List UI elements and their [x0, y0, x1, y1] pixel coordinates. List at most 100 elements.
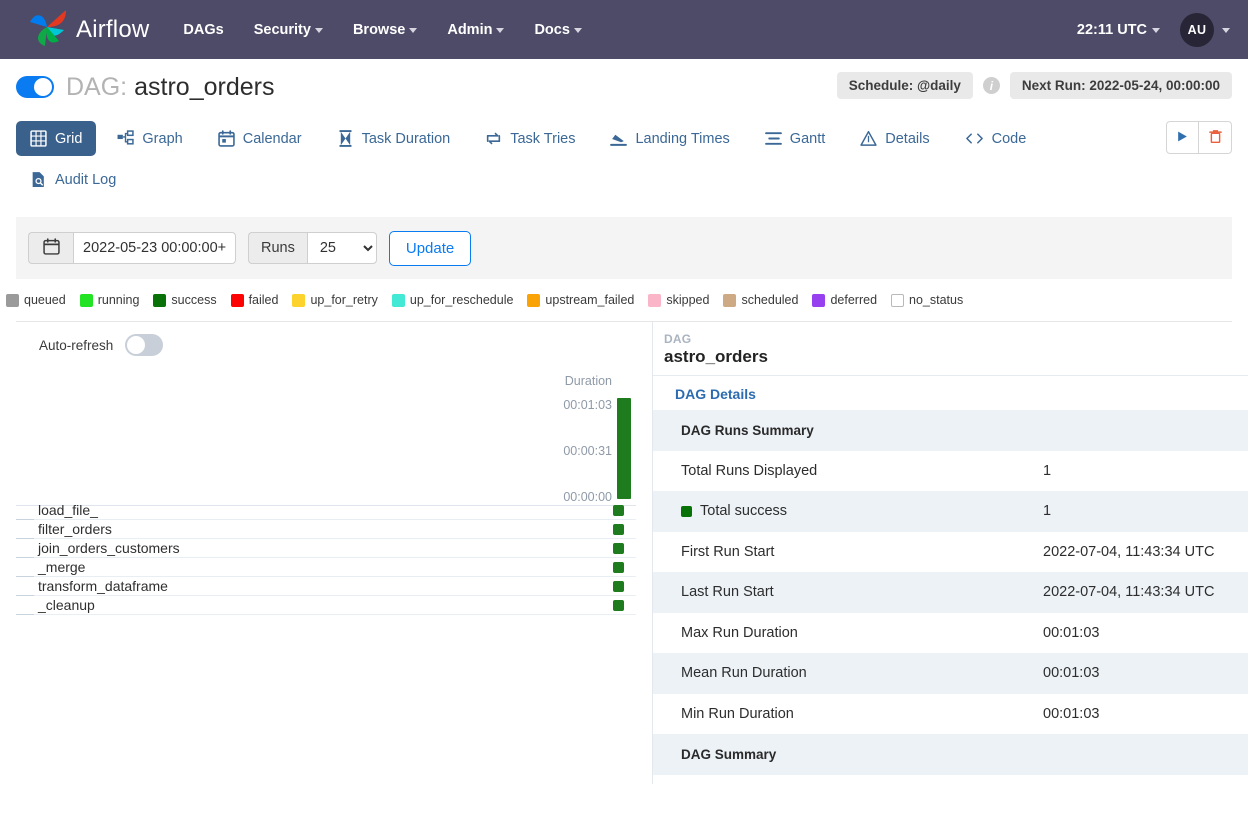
dag-run-bar[interactable] [617, 398, 631, 499]
detail-label: Mean Run Duration [653, 653, 1043, 694]
detail-value: 00:01:03 [1043, 694, 1248, 735]
tab-task-duration[interactable]: Task Duration [323, 121, 465, 156]
nav-link-dags[interactable]: DAGs [183, 22, 223, 38]
legend-label: running [98, 293, 140, 307]
tab-graph[interactable]: Graph [103, 121, 196, 156]
nav-links: DAGs Security Browse Admin Docs [183, 22, 582, 38]
hourglass-icon [337, 130, 354, 147]
chevron-down-icon [1222, 28, 1230, 33]
section-label: DAG Summary [653, 734, 1248, 775]
legend-item-queued[interactable]: queued [6, 293, 66, 307]
task-instance-square[interactable] [613, 543, 624, 554]
table-row[interactable]: _cleanup [16, 596, 636, 615]
table-row[interactable]: filter_orders [16, 520, 636, 539]
table-row[interactable]: join_orders_customers [16, 539, 636, 558]
legend-item-deferred[interactable]: deferred [812, 293, 877, 307]
tab-label: Landing Times [635, 131, 729, 147]
tab-details[interactable]: Details [846, 121, 943, 156]
trash-icon [1208, 129, 1223, 147]
timezone-selector[interactable]: 22:11 UTC [1077, 22, 1160, 38]
calendar-icon [218, 130, 235, 147]
task-instance-square[interactable] [613, 600, 624, 611]
legend-item-up-for-reschedule[interactable]: up_for_reschedule [392, 293, 514, 307]
legend-item-skipped[interactable]: skipped [648, 293, 709, 307]
task-instance-square[interactable] [613, 581, 624, 592]
delete-dag-button[interactable] [1199, 121, 1232, 154]
tab-landing-times[interactable]: Landing Times [596, 121, 743, 156]
legend-label: scheduled [741, 293, 798, 307]
legend-item-running[interactable]: running [80, 293, 140, 307]
detail-value: 2022-07-04, 11:43:34 UTC [1043, 572, 1248, 613]
nav-link-docs[interactable]: Docs [534, 22, 581, 38]
table-row[interactable]: load_file_ [16, 501, 636, 520]
brand-logo[interactable]: Airflow [16, 8, 149, 51]
legend-item-scheduled[interactable]: scheduled [723, 293, 798, 307]
table-row[interactable]: _merge [16, 558, 636, 577]
main-content: Auto-refresh Duration 00:01:03 00:00:31 … [0, 322, 1248, 784]
table-row: Total Runs Displayed 1 [653, 451, 1248, 492]
header-badges: Schedule: @daily i Next Run: 2022-05-24,… [837, 72, 1232, 99]
legend-item-up-for-retry[interactable]: up_for_retry [292, 293, 377, 307]
dag-pause-toggle[interactable] [16, 76, 54, 98]
tab-audit-log[interactable]: Audit Log [16, 162, 130, 197]
top-navbar: Airflow DAGs Security Browse Admin Docs … [0, 0, 1248, 59]
nav-link-label: Docs [534, 22, 569, 38]
num-runs-select[interactable]: 5 25 50 100 365 [307, 232, 377, 264]
status-legend: queued running success failed up_for_ret… [0, 279, 1248, 307]
auto-refresh-toggle[interactable] [125, 334, 163, 356]
trigger-dag-button[interactable] [1166, 121, 1199, 154]
update-button[interactable]: Update [389, 231, 471, 266]
tab-label: Graph [142, 131, 182, 147]
legend-item-no-status[interactable]: no_status [891, 293, 963, 307]
nav-link-security[interactable]: Security [254, 22, 323, 38]
chevron-down-icon [574, 28, 582, 33]
tab-task-tries[interactable]: Task Tries [471, 121, 589, 156]
tab-gantt[interactable]: Gantt [751, 121, 839, 156]
legend-label: queued [24, 293, 66, 307]
legend-item-success[interactable]: success [153, 293, 216, 307]
status-swatch [392, 294, 405, 307]
base-date-input[interactable] [73, 232, 236, 264]
detail-label: Last Run Start [653, 572, 1043, 613]
page-title-prefix: DAG: [66, 73, 127, 102]
date-input-group [28, 232, 236, 264]
tab-label: Calendar [243, 131, 302, 147]
tab-calendar[interactable]: Calendar [204, 121, 316, 156]
task-instance-square[interactable] [613, 524, 624, 535]
task-name: load_file_ [38, 502, 98, 518]
toggle-knob [127, 336, 145, 354]
legend-item-upstream-failed[interactable]: upstream_failed [527, 293, 634, 307]
tab-grid[interactable]: Grid [16, 121, 96, 156]
nav-link-browse[interactable]: Browse [353, 22, 417, 38]
status-swatch [648, 294, 661, 307]
status-swatch [292, 294, 305, 307]
tab-label: Code [992, 131, 1027, 147]
legend-item-failed[interactable]: failed [231, 293, 279, 307]
detail-label: Min Run Duration [653, 694, 1043, 735]
detail-label-text: Total success [700, 503, 787, 519]
status-swatch [812, 294, 825, 307]
task-name: _merge [38, 559, 85, 575]
dag-tabs-bar: Grid Graph Cal [0, 115, 1248, 203]
task-instance-square[interactable] [613, 562, 624, 573]
info-icon[interactable]: i [983, 77, 1000, 94]
dag-tabs: Grid Graph Cal [16, 121, 1146, 203]
grid-icon [30, 130, 47, 147]
status-swatch [231, 294, 244, 307]
calendar-picker-button[interactable] [28, 232, 73, 264]
auto-refresh-control: Auto-refresh [39, 334, 636, 356]
user-menu[interactable]: AU [1180, 13, 1230, 47]
table-row[interactable]: transform_dataframe [16, 577, 636, 596]
clock-label: 22:11 UTC [1077, 22, 1147, 38]
nav-link-label: Security [254, 22, 311, 38]
task-name: transform_dataframe [38, 578, 168, 594]
tab-label: Grid [55, 131, 82, 147]
tab-dag-details[interactable]: DAG Details [675, 386, 756, 402]
tab-code[interactable]: Code [951, 121, 1041, 156]
task-instance-square[interactable] [613, 505, 624, 516]
calendar-icon [43, 238, 60, 258]
retry-icon [485, 130, 502, 147]
table-row: Total success 1 [653, 491, 1248, 532]
nav-link-admin[interactable]: Admin [447, 22, 504, 38]
play-icon [1176, 130, 1189, 146]
